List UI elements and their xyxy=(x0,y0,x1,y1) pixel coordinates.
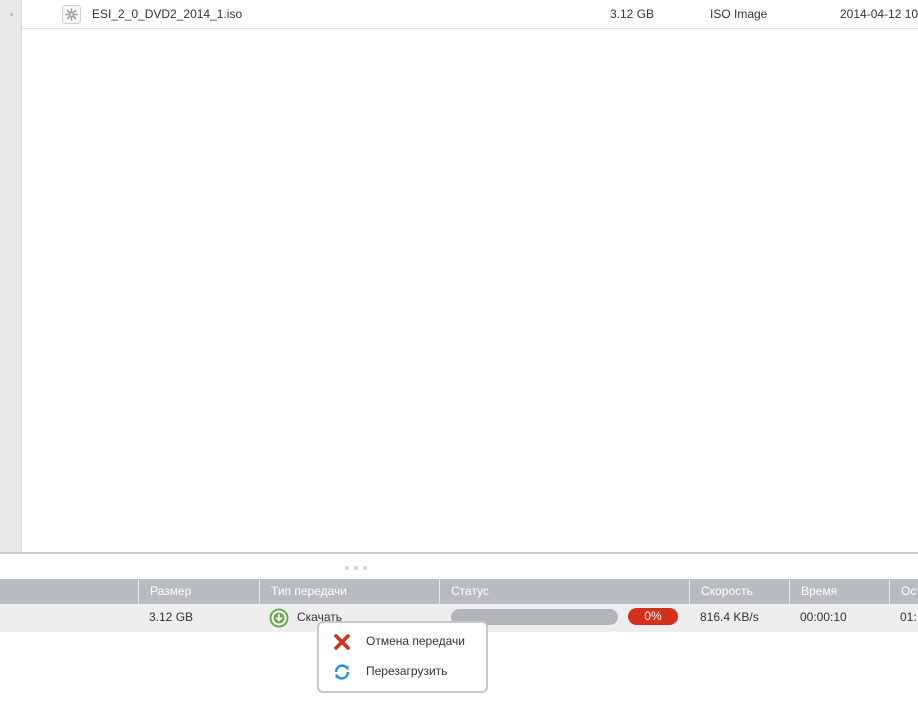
column-header-speed[interactable]: Скорость xyxy=(689,579,789,604)
menu-item-label: Отмена передачи xyxy=(366,634,466,648)
download-icon xyxy=(269,608,289,628)
left-gutter xyxy=(0,0,22,552)
column-header-time[interactable]: Время xyxy=(789,579,889,604)
file-date: 2014-04-12 10 xyxy=(840,7,918,21)
menu-item-label: Перезагрузить xyxy=(366,664,448,678)
file-name: ESI_2_0_DVD2_2014_1.iso xyxy=(92,7,243,21)
cancel-x-icon xyxy=(334,634,350,650)
gear-file-icon xyxy=(62,5,81,24)
file-type: ISO Image xyxy=(710,7,768,21)
file-size: 3.12 GB xyxy=(610,7,655,21)
status-badge: 0% xyxy=(628,608,678,625)
file-row[interactable]: ESI_2_0_DVD2_2014_1.iso 3.12 GB ISO Imag… xyxy=(10,0,918,29)
splitter-handle-icon[interactable] xyxy=(345,566,367,570)
menu-item-reload[interactable]: Перезагрузить xyxy=(319,658,486,686)
menu-item-cancel-transfer[interactable]: Отмена передачи xyxy=(319,628,486,656)
column-header-size[interactable]: Размер xyxy=(138,579,259,604)
column-header-remaining[interactable]: Ост xyxy=(889,579,918,604)
panel-splitter[interactable] xyxy=(0,552,918,578)
row-bullet xyxy=(10,13,13,16)
file-list-panel: ESI_2_0_DVD2_2014_1.iso 3.12 GB ISO Imag… xyxy=(0,0,918,552)
transfers-table-header: Размер Тип передачи Статус Скорость Врем… xyxy=(0,579,918,604)
transfer-speed: 816.4 KB/s xyxy=(700,610,759,624)
transfer-time: 00:00:10 xyxy=(800,610,847,624)
transfer-remaining: 01: xyxy=(900,610,917,624)
reload-icon xyxy=(335,664,349,680)
transfer-size: 3.12 GB xyxy=(149,610,194,624)
column-header-status[interactable]: Статус xyxy=(439,579,689,604)
column-header-transfer-type[interactable]: Тип передачи xyxy=(259,579,439,604)
context-menu: Отмена передачи Перезагрузить xyxy=(317,621,488,693)
